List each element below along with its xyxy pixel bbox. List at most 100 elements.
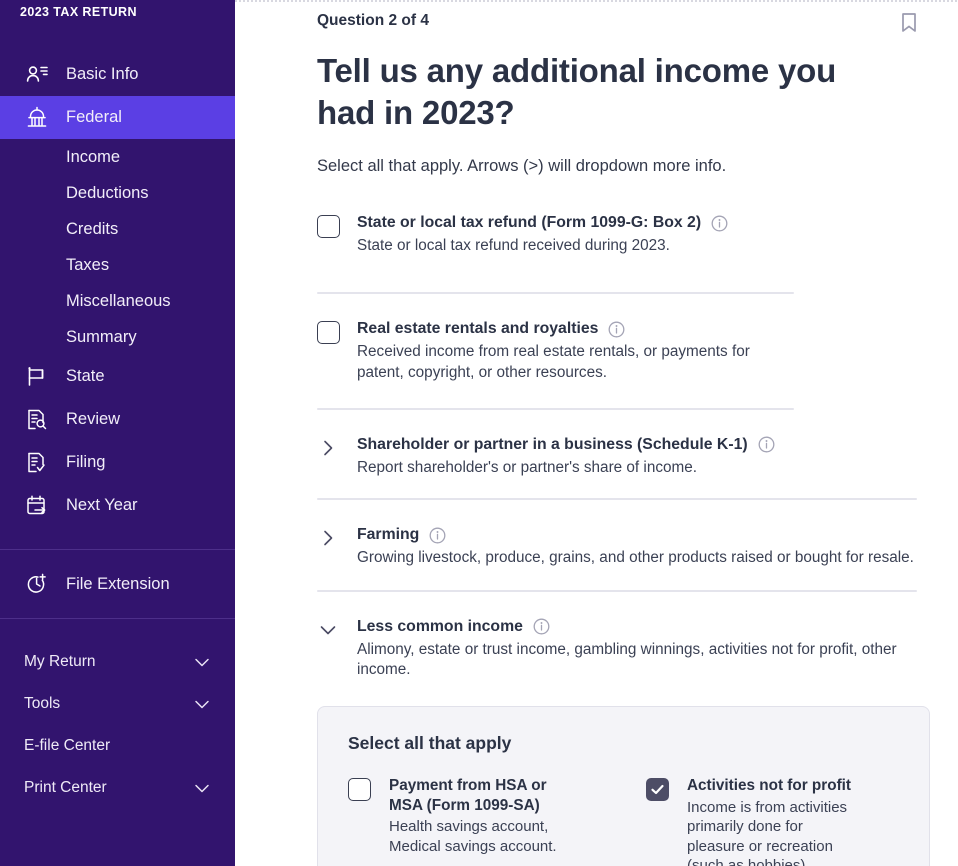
sidebar: 2023 TAX RETURN Basic Info Federal Incom…: [0, 0, 235, 866]
subpanel-option-description: Health savings account, Medical savings …: [389, 818, 557, 855]
info-icon[interactable]: [711, 215, 728, 232]
sidebar-item-file-extension[interactable]: File Extension: [0, 558, 235, 610]
question-counter: Question 2 of 4: [317, 12, 429, 29]
sidebar-subitem-label: Taxes: [66, 255, 110, 274]
sidebar-subitem-income[interactable]: Income: [0, 139, 235, 175]
subpanel-option-body: Activities not for profit Income is from…: [687, 776, 862, 866]
subpanel-title: Select all that apply: [348, 733, 512, 754]
calendar-arrow-icon: [24, 493, 50, 519]
subpanel-option-control: [646, 776, 687, 802]
chevron-down-icon[interactable]: [191, 651, 213, 673]
option-control: [317, 214, 357, 239]
subpanel-option-body: Payment from HSA or MSA (Form 1099-SA) H…: [389, 776, 579, 856]
sidebar-divider-bottom: [0, 618, 235, 619]
sidebar-subitem-summary[interactable]: Summary: [0, 319, 235, 355]
sidebar-footer-label: My Return: [24, 653, 96, 670]
person-list-icon: [24, 62, 50, 88]
option-row-shareholder-partner-k1[interactable]: Shareholder or partner in a business (Sc…: [317, 436, 930, 478]
option-description: Alimony, estate or trust income, gamblin…: [357, 640, 897, 678]
sidebar-footer-label: Print Center: [24, 779, 107, 796]
chevron-down-icon[interactable]: [191, 693, 213, 715]
sidebar-item-label: File Extension: [66, 574, 170, 593]
option-title: Shareholder or partner in a business (Sc…: [357, 435, 748, 453]
checkbox-hsa-msa-payment[interactable]: [348, 778, 371, 802]
sidebar-subitem-label: Income: [66, 147, 121, 166]
sidebar-subitem-label: Miscellaneous: [66, 291, 171, 310]
main-content: Question 2 of 4 Tell us any additional i…: [235, 0, 958, 866]
option-body: Farming Growing livestock, produce, grai…: [357, 526, 930, 568]
sidebar-subitem-taxes[interactable]: Taxes: [0, 247, 235, 283]
sidebar-subitem-label: Deductions: [66, 183, 149, 202]
sidebar-footer-nav: My Return Tools E-file Center Print Cent…: [0, 627, 235, 809]
sidebar-item-federal[interactable]: Federal: [0, 96, 235, 139]
sidebar-item-label: Basic Info: [66, 65, 139, 83]
chevron-down-icon[interactable]: [191, 777, 213, 799]
sidebar-item-label: Federal: [66, 108, 122, 126]
sidebar-footer-label: E-file Center: [24, 737, 111, 754]
option-title: Farming: [357, 526, 420, 544]
sidebar-item-tools[interactable]: Tools: [0, 683, 235, 725]
sidebar-item-state[interactable]: State: [0, 355, 235, 398]
page-subtitle: Select all that apply. Arrows (>) will d…: [317, 157, 727, 176]
document-check-icon: [24, 450, 50, 476]
info-icon[interactable]: [608, 321, 625, 338]
sidebar-item-label: Next Year: [66, 496, 138, 514]
option-divider: [317, 407, 794, 410]
sidebar-divider-top: [0, 549, 235, 550]
option-divider: [317, 589, 917, 592]
chevron-right-icon[interactable]: [317, 530, 339, 553]
option-description: Growing livestock, produce, grains, and …: [357, 549, 914, 567]
option-row-farming[interactable]: Farming Growing livestock, produce, grai…: [317, 526, 930, 568]
option-divider: [317, 498, 917, 501]
sidebar-item-print-center[interactable]: Print Center: [0, 767, 235, 809]
option-title: State or local tax refund (Form 1099-G: …: [357, 214, 702, 232]
option-description: State or local tax refund received durin…: [357, 237, 670, 255]
less-common-income-panel: Select all that apply Payment from HSA o…: [317, 706, 930, 866]
checkbox-activities-not-for-profit[interactable]: [646, 778, 669, 802]
option-control: [317, 618, 357, 646]
option-body: Less common income Alimony, estate or tr…: [357, 618, 930, 681]
info-icon[interactable]: [533, 618, 550, 635]
app-root: 2023 TAX RETURN Basic Info Federal Incom…: [0, 0, 958, 866]
sidebar-item-efile-center[interactable]: E-file Center: [0, 725, 235, 767]
sidebar-item-filing[interactable]: Filing: [0, 441, 235, 484]
subpanel-option-hsa-msa-payment[interactable]: Payment from HSA or MSA (Form 1099-SA) H…: [348, 776, 594, 866]
option-row-less-common-income[interactable]: Less common income Alimony, estate or tr…: [317, 618, 930, 681]
info-icon[interactable]: [429, 527, 446, 544]
sidebar-subitem-deductions[interactable]: Deductions: [0, 175, 235, 211]
subpanel-option-title: Activities not for profit: [687, 777, 852, 795]
income-options-list: State or local tax refund (Form 1099-G: …: [317, 214, 930, 866]
subpanel-option-control: [348, 776, 389, 802]
subpanel-option-activities-not-for-profit[interactable]: Activities not for profit Income is from…: [646, 776, 892, 866]
option-body: Real estate rentals and royalties Receiv…: [357, 320, 930, 383]
sidebar-primary-nav: Basic Info Federal Income Deductions Cre…: [0, 53, 235, 527]
sidebar-item-my-return[interactable]: My Return: [0, 641, 235, 683]
option-description: Report shareholder's or partner's share …: [357, 458, 697, 476]
sidebar-subitem-label: Summary: [66, 327, 137, 346]
sidebar-item-label: State: [66, 367, 105, 385]
chevron-right-icon[interactable]: [317, 440, 339, 463]
flag-icon: [24, 364, 50, 390]
info-icon[interactable]: [758, 436, 775, 453]
sidebar-footer-label: Tools: [24, 695, 61, 712]
option-control: [317, 526, 357, 554]
subpanel-options-grid: Payment from HSA or MSA (Form 1099-SA) H…: [348, 776, 899, 866]
sidebar-item-next-year[interactable]: Next Year: [0, 484, 235, 527]
option-title: Less common income: [357, 617, 523, 635]
option-divider: [317, 292, 794, 295]
sidebar-item-basic-info[interactable]: Basic Info: [0, 53, 235, 96]
bookmark-icon[interactable]: [900, 12, 918, 34]
option-row-state-local-tax-refund[interactable]: State or local tax refund (Form 1099-G: …: [317, 214, 930, 270]
sidebar-item-review[interactable]: Review: [0, 398, 235, 441]
sidebar-title: 2023 TAX RETURN: [20, 5, 137, 19]
sidebar-item-label: Filing: [66, 453, 106, 471]
checkbox-state-local-tax-refund[interactable]: [317, 215, 340, 239]
sidebar-subitem-credits[interactable]: Credits: [0, 211, 235, 247]
option-row-real-estate-rentals-royalties[interactable]: Real estate rentals and royalties Receiv…: [317, 320, 930, 383]
chevron-down-icon[interactable]: [317, 625, 339, 645]
sidebar-subitem-label: Credits: [66, 219, 119, 238]
checkbox-real-estate-rentals-royalties[interactable]: [317, 321, 340, 345]
option-title: Real estate rentals and royalties: [357, 320, 599, 338]
sidebar-subitem-miscellaneous[interactable]: Miscellaneous: [0, 283, 235, 319]
clock-plus-icon: [24, 571, 50, 597]
